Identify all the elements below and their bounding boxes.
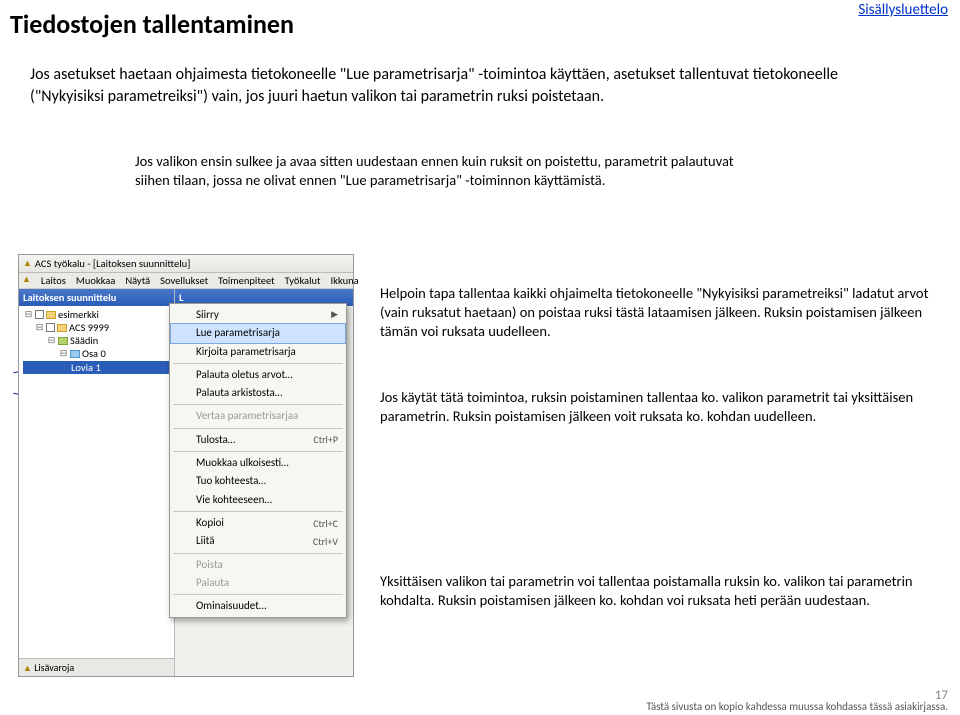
context-menu-item: Palauta xyxy=(170,574,346,592)
app-screenshot: ▲ ACS työkalu - [Laitoksen suunnittelu] … xyxy=(18,254,354,677)
tree-label: Lovia 1 xyxy=(71,361,101,374)
menu-item[interactable]: Ikkuna xyxy=(330,274,360,287)
menu-item[interactable]: Näytä xyxy=(124,274,151,287)
tree-label: ACS 9999 xyxy=(69,321,109,334)
menu-separator xyxy=(173,594,343,595)
menu-item-label: Poista xyxy=(196,558,223,572)
submenu-arrow-icon: ▶ xyxy=(331,309,338,321)
menu-shortcut: Ctrl+V xyxy=(313,535,338,548)
note-2: Helpoin tapa tallentaa kaikki ohjaimelta… xyxy=(380,284,930,341)
tree-label: Säädin xyxy=(70,334,98,347)
context-menu-item[interactable]: Muokkaa ulkoisesti… xyxy=(170,454,346,472)
tree-row[interactable]: ⊟ Säädin xyxy=(23,334,172,347)
menu-item-label: Kirjoita parametrisarja xyxy=(196,345,296,359)
context-menu-item[interactable]: Tuo kohteesta… xyxy=(170,472,346,490)
app-sidebar: Laitoksen suunnittelu ⊟ esimerkki ⊟ ACS … xyxy=(19,289,175,676)
menu-item-label: Vie kohteeseen… xyxy=(196,493,272,507)
tree-row[interactable]: ⊟ ACS 9999 xyxy=(23,321,172,334)
tree-label: esimerkki xyxy=(58,308,99,321)
app-menubar[interactable]: ▲ Laitos Muokkaa Näytä Sovellukset Toime… xyxy=(19,273,353,289)
context-menu-item[interactable]: Kirjoita parametrisarja xyxy=(170,343,346,361)
note-1: Jos valikon ensin sulkee ja avaa sitten … xyxy=(135,152,755,190)
menu-item[interactable]: Työkalut xyxy=(284,274,322,287)
expand-icon[interactable]: ⊟ xyxy=(35,322,44,333)
menubar-icon: ▲ xyxy=(21,274,32,287)
context-menu-item[interactable]: Siirry ▶ xyxy=(170,306,346,324)
menu-separator xyxy=(173,451,343,452)
sidebar-footer-label: Lisävaroja xyxy=(34,661,74,674)
expand-icon[interactable]: ⊟ xyxy=(24,309,33,320)
menu-item-label: Tuo kohteesta… xyxy=(196,474,266,488)
context-menu-item[interactable]: Liitä Ctrl+V xyxy=(170,532,346,550)
context-menu-item[interactable]: Kopioi Ctrl+C xyxy=(170,514,346,532)
context-menu-item[interactable]: Tulosta… Ctrl+P xyxy=(170,431,346,449)
menu-item[interactable]: Laitos xyxy=(40,274,67,287)
warning-icon: ▲ xyxy=(23,663,32,674)
tree-row[interactable]: ⊟ esimerkki xyxy=(23,308,172,321)
menu-item-label: Tulosta… xyxy=(196,433,235,447)
footer-note: Tästä sivusta on kopio kahdessa muussa k… xyxy=(646,700,948,713)
menu-separator xyxy=(173,363,343,364)
expand-icon[interactable]: ⊟ xyxy=(47,335,56,346)
menu-item-label: Palauta arkistosta… xyxy=(196,386,282,400)
menu-item-label: Lue parametrisarja xyxy=(196,326,280,340)
controller-icon xyxy=(58,337,68,345)
menu-item-label: Vertaa parametrisarjaa xyxy=(196,409,298,423)
menu-item-label: Palauta xyxy=(196,576,229,590)
menu-item[interactable]: Sovellukset xyxy=(159,274,209,287)
app-window-title: ACS työkalu - [Laitoksen suunnittelu] xyxy=(35,257,190,270)
toc-link[interactable]: Sisällysluettelo xyxy=(858,1,948,19)
menu-item-label: Siirry xyxy=(196,308,219,322)
menu-separator xyxy=(173,404,343,405)
expand-icon[interactable]: ⊟ xyxy=(59,348,68,359)
menu-item-label: Palauta oletus arvot… xyxy=(196,368,293,382)
tree-label: Osa 0 xyxy=(82,347,106,360)
context-menu-item[interactable]: Palauta arkistosta… xyxy=(170,384,346,402)
context-menu-item[interactable]: Palauta oletus arvot… xyxy=(170,366,346,384)
menu-item[interactable]: Toimenpiteet xyxy=(217,274,276,287)
app-icon: ▲ xyxy=(23,258,32,269)
context-menu-item[interactable]: Lue parametrisarja xyxy=(170,323,346,343)
menu-separator xyxy=(173,428,343,429)
menu-item-label: Liitä xyxy=(196,534,215,548)
context-menu[interactable]: Siirry ▶ Lue parametrisarja Kirjoita parame… xyxy=(169,303,347,618)
intro-paragraph: Jos asetukset haetaan ohjaimesta tietoko… xyxy=(30,64,910,107)
menu-item-label: Kopioi xyxy=(196,516,224,530)
context-menu-item: Poista xyxy=(170,556,346,574)
tree-checkbox[interactable] xyxy=(35,310,44,319)
folder-icon xyxy=(57,324,67,332)
page-title: Tiedostojen tallentaminen xyxy=(10,8,294,40)
folder-icon xyxy=(46,311,56,319)
context-menu-item[interactable]: Vie kohteeseen… xyxy=(170,491,346,509)
context-menu-item: Vertaa parametrisarjaa xyxy=(170,407,346,425)
menu-separator xyxy=(173,553,343,554)
menu-item[interactable]: Muokkaa xyxy=(75,274,116,287)
menu-shortcut: Ctrl+C xyxy=(313,517,338,530)
menu-item-label: Ominaisuudet… xyxy=(196,599,267,613)
note-3: Jos käytät tätä toimintoa, ruksin poista… xyxy=(380,388,925,426)
note-4: Yksittäisen valikon tai parametrin voi t… xyxy=(380,572,930,610)
sidebar-header: Laitoksen suunnittelu xyxy=(19,289,174,306)
tree[interactable]: ⊟ esimerkki ⊟ ACS 9999 ⊟ Säädin xyxy=(19,306,174,378)
context-menu-item[interactable]: Ominaisuudet… xyxy=(170,597,346,615)
tree-row[interactable]: ⊟ Osa 0 xyxy=(23,347,172,360)
tree-checkbox[interactable] xyxy=(46,323,55,332)
sidebar-footer[interactable]: ▲ Lisävaroja xyxy=(19,658,174,676)
menu-item-label: Muokkaa ulkoisesti… xyxy=(196,456,289,470)
app-titlebar: ▲ ACS työkalu - [Laitoksen suunnittelu] xyxy=(19,255,353,273)
part-icon xyxy=(70,350,80,358)
menu-separator xyxy=(173,511,343,512)
tree-row-selected[interactable]: Lovia 1 xyxy=(23,361,172,374)
menu-shortcut: Ctrl+P xyxy=(313,433,338,446)
